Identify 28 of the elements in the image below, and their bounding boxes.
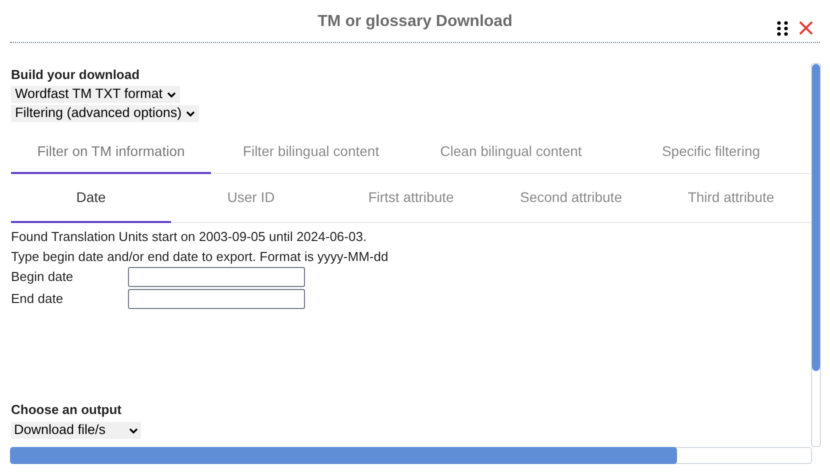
close-icon[interactable] [798, 20, 814, 36]
section-heading: Build your download [11, 67, 141, 83]
section-heading: Choose an output [11, 402, 122, 418]
date-input[interactable] [128, 267, 305, 287]
scrollbar-thumb[interactable] [10, 447, 677, 464]
tab[interactable]: Firtst attribute [331, 174, 491, 223]
tab[interactable]: Filter on TM information [11, 130, 211, 174]
output-select[interactable]: Download file/s [11, 422, 141, 439]
format-select[interactable]: Wordfast TM TXT format [11, 86, 180, 103]
info-text: Found Translation Units start on 2003-09-05 until 2024-06-03. [11, 228, 368, 246]
chevron-down-icon [166, 92, 176, 98]
field-label: End date [11, 290, 64, 308]
tab[interactable]: Clean bilingual content [411, 130, 611, 174]
info-text: Type begin date and/or end date to export. Format is yyyy-MM-dd [11, 248, 390, 266]
tab[interactable]: Third attribute [651, 174, 811, 223]
tab[interactable]: Filter bilingual content [211, 130, 411, 174]
tab[interactable]: User ID [171, 174, 331, 223]
filter-select[interactable]: Filtering (advanced options) [11, 105, 199, 122]
drag-handle-icon[interactable] [777, 21, 788, 36]
window-title: TM or glossary Download [318, 12, 512, 32]
scrollbar-thumb[interactable] [812, 64, 820, 371]
tab[interactable]: Second attribute [491, 174, 651, 223]
tab[interactable]: Date [11, 174, 171, 223]
tab[interactable]: Specific filtering [611, 130, 811, 174]
field-label: Begin date [11, 268, 74, 286]
chevron-down-icon [186, 110, 195, 116]
chevron-down-icon [129, 428, 138, 434]
date-input[interactable] [128, 289, 305, 309]
